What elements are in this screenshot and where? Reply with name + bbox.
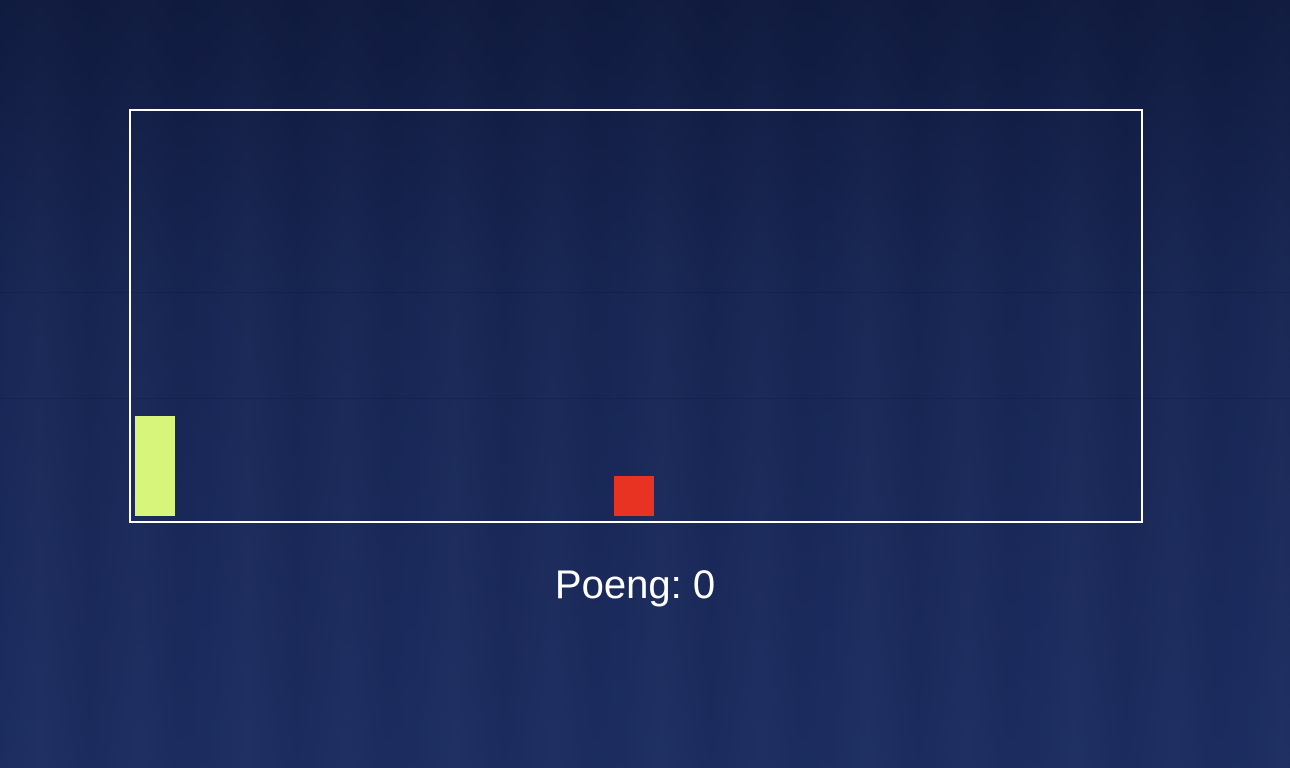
score-value: 0 [692,563,716,607]
game-board[interactable] [129,109,1143,523]
score-label: Poeng: [554,563,693,607]
obstacle-block [614,476,654,516]
score-display: Poeng: 0 [0,562,1270,608]
player-block [135,416,175,516]
